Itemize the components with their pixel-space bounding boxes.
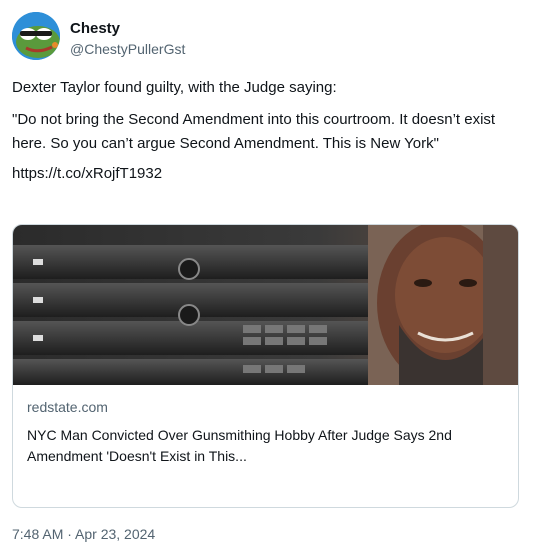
user-handle[interactable]: @ChestyPullerGst: [70, 41, 185, 58]
link-preview-card[interactable]: redstate.com NYC Man Convicted Over Guns…: [12, 224, 519, 508]
author-names: Chesty @ChestyPullerGst: [70, 14, 185, 58]
card-domain: redstate.com: [27, 399, 108, 415]
tweet-quote: "Do not bring the Second Amendment into …: [12, 111, 496, 152]
tweet-timestamp[interactable]: 7:48 AM · Apr 23, 2024: [12, 526, 155, 542]
card-meta: redstate.com NYC Man Convicted Over Guns…: [27, 399, 507, 467]
tweet-header: Chesty @ChestyPullerGst: [12, 12, 185, 60]
tweet-line: Dexter Taylor found guilty, with the Jud…: [12, 79, 337, 96]
display-name[interactable]: Chesty: [70, 20, 185, 38]
tweet-text: Dexter Taylor found guilty, with the Jud…: [12, 76, 522, 194]
card-title[interactable]: NYC Man Convicted Over Gunsmithing Hobby…: [27, 425, 507, 467]
frog-avatar-icon: [12, 12, 60, 60]
tweet-link[interactable]: https://t.co/xRojfT1932: [12, 165, 162, 182]
card-thumbnail[interactable]: [13, 225, 519, 385]
tweet[interactable]: Chesty @ChestyPullerGst Dexter Taylor fo…: [0, 0, 533, 555]
avatar[interactable]: [12, 12, 60, 60]
